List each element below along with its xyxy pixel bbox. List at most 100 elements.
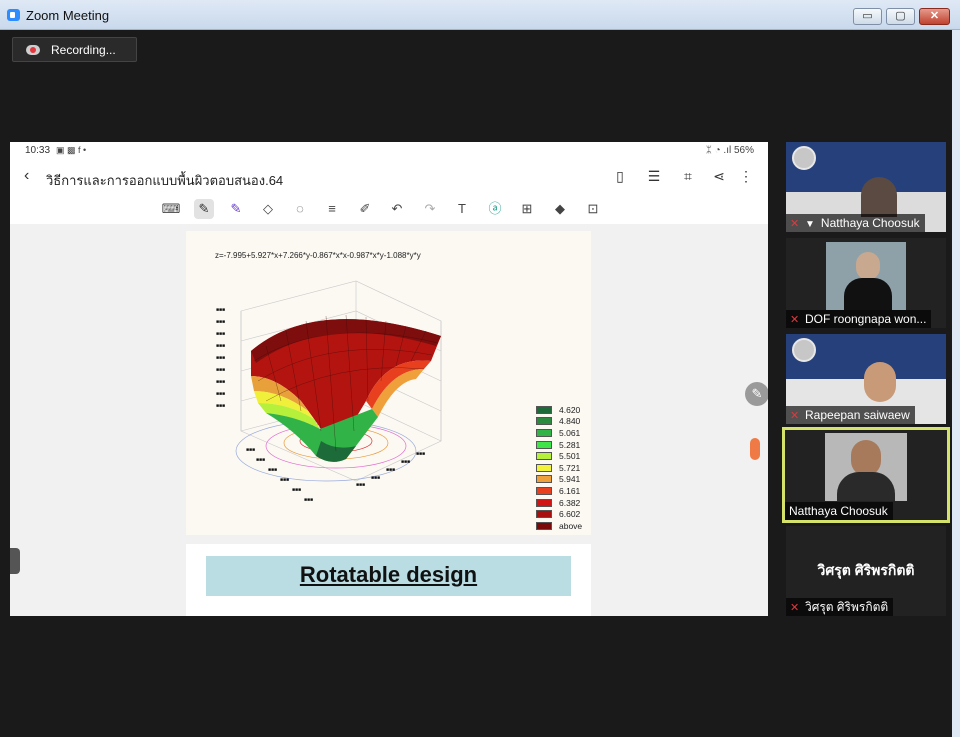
mic-muted-icon: ✕ bbox=[790, 217, 800, 230]
participant-name-bar: ✕ ▼ Natthaya Choosuk bbox=[786, 214, 925, 232]
svg-text:■■■: ■■■ bbox=[280, 477, 289, 483]
svg-text:■■■: ■■■ bbox=[292, 487, 301, 493]
participant-name: วิศรุต ศิริพรกิตติ bbox=[805, 600, 889, 614]
plot-legend: 4.620 4.840 5.061 5.281 5.501 5.721 5.94… bbox=[536, 404, 582, 532]
svg-text:■■■: ■■■ bbox=[256, 457, 265, 463]
more-options-icon[interactable]: ⋮ bbox=[738, 168, 754, 184]
participant-tile[interactable]: ✕ DOF roongnapa won... bbox=[786, 238, 946, 328]
svg-text:■■■: ■■■ bbox=[416, 451, 425, 457]
page-heading: Rotatable design bbox=[299, 562, 478, 587]
participant-face bbox=[856, 252, 880, 280]
side-panel-handle[interactable] bbox=[750, 438, 760, 460]
legend-row: 5.061 bbox=[536, 427, 582, 439]
note-canvas[interactable]: z=-7.995+5.927*x+7.266*y-0.867*x*x-0.987… bbox=[10, 224, 768, 616]
svg-text:■■■: ■■■ bbox=[216, 355, 225, 361]
document-header: ‹ วิธีการและการออกแบบพื้นผิวตอบสนอง.64 ▯… bbox=[10, 162, 768, 192]
svg-text:■■■: ■■■ bbox=[216, 367, 225, 373]
page-list-icon[interactable]: ☰ bbox=[646, 168, 662, 184]
participant-display-name: วิศรุต ศิริพรกิตติ bbox=[817, 562, 915, 578]
logo-seal bbox=[792, 146, 816, 170]
recording-indicator[interactable]: Recording... bbox=[12, 37, 137, 62]
page-rotatable-design: Rotatable design bbox=[186, 544, 591, 616]
page-surface-plot: z=-7.995+5.927*x+7.266*y-0.867*x*x-0.987… bbox=[186, 231, 591, 535]
surface-plot-graphic: ■■■■■■■■■ ■■■■■■■■■ ■■■■■■■■■ ■■■■■■■■■ … bbox=[216, 280, 442, 503]
status-left-icons: ▣ ▩ f • bbox=[56, 145, 87, 155]
legend-row: 5.941 bbox=[536, 474, 582, 486]
shared-screen: 10:33 ▣ ▩ f • ᛯ ◔ .ıl 56% ‹ วิธีการและกา… bbox=[10, 142, 768, 616]
drawing-toolbar: ⌨ ✎ ✎ ◇ ◌ ≡ ✐ ↶ ↷ T ⓐ ⊞ ◆ ⊡ bbox=[158, 197, 608, 221]
svg-text:■■■: ■■■ bbox=[371, 475, 380, 481]
keyboard-icon[interactable]: ⌨ bbox=[161, 199, 181, 219]
svg-text:■■■: ■■■ bbox=[268, 467, 277, 473]
legend-row: above bbox=[536, 520, 582, 532]
text-box-icon[interactable]: T bbox=[452, 199, 472, 219]
pen-icon[interactable]: ✎ bbox=[194, 199, 214, 219]
participant-name-bar: Natthaya Choosuk bbox=[785, 502, 893, 520]
participant-body bbox=[837, 472, 895, 501]
back-icon[interactable]: ‹ bbox=[24, 167, 29, 185]
mic-muted-icon: ✕ bbox=[790, 409, 800, 422]
participant-name: DOF roongnapa won... bbox=[805, 312, 927, 326]
svg-text:■■■: ■■■ bbox=[216, 331, 225, 337]
participant-video bbox=[864, 362, 896, 402]
highlighter-icon[interactable]: ✎ bbox=[226, 199, 246, 219]
legend-row: 5.721 bbox=[536, 462, 582, 474]
left-panel-handle[interactable] bbox=[10, 548, 20, 574]
participant-tile-active-speaker[interactable]: Natthaya Choosuk bbox=[782, 427, 950, 523]
svg-text:■■■: ■■■ bbox=[216, 307, 225, 313]
legend-row: 5.281 bbox=[536, 439, 582, 451]
participant-name: Natthaya Choosuk bbox=[789, 504, 888, 518]
lock-icon[interactable]: ⊡ bbox=[583, 199, 603, 219]
image-icon[interactable]: ⊞ bbox=[517, 199, 537, 219]
share-icon[interactable]: ⋖ bbox=[711, 168, 727, 184]
status-right: ᛯ ◔ .ıl 56% bbox=[705, 145, 754, 156]
pin-icon: ▼ bbox=[805, 219, 815, 230]
legend-row: 6.382 bbox=[536, 497, 582, 509]
svg-text:■■■: ■■■ bbox=[216, 343, 225, 349]
redo-icon[interactable]: ↷ bbox=[420, 199, 440, 219]
participant-name-bar: ✕ วิศรุต ศิริพรกิตติ bbox=[786, 598, 894, 616]
legend-row: 6.161 bbox=[536, 485, 582, 497]
svg-text:■■■: ■■■ bbox=[356, 482, 365, 488]
book-view-icon[interactable]: ▯ bbox=[612, 168, 628, 184]
participant-name: Rapeepan saiwaew bbox=[805, 408, 910, 422]
eraser-icon[interactable]: ◇ bbox=[258, 199, 278, 219]
recording-label: Recording... bbox=[51, 43, 116, 57]
pen-settings-icon[interactable]: ✐ bbox=[355, 199, 375, 219]
attach-icon[interactable]: ⌗ bbox=[680, 168, 696, 184]
document-title: วิธีการและการออกแบบพื้นผิวตอบสนอง.64 bbox=[46, 173, 284, 188]
participant-video bbox=[861, 177, 897, 217]
svg-text:■■■: ■■■ bbox=[304, 497, 313, 503]
participant-face bbox=[851, 440, 881, 476]
participant-tile[interactable]: ✕ Rapeepan saiwaew bbox=[786, 334, 946, 424]
svg-text:■■■: ■■■ bbox=[401, 459, 410, 465]
legend-row: 4.620 bbox=[536, 404, 582, 416]
status-time: 10:33 bbox=[25, 145, 51, 156]
undo-icon[interactable]: ↶ bbox=[387, 199, 407, 219]
mic-muted-icon: ✕ bbox=[790, 601, 800, 614]
lasso-icon[interactable]: ◌ bbox=[290, 199, 310, 219]
svg-text:■■■: ■■■ bbox=[216, 319, 225, 325]
participant-name: Natthaya Choosuk bbox=[820, 216, 920, 230]
more-tools-icon[interactable]: ◆ bbox=[550, 199, 570, 219]
participant-name-bar: ✕ Rapeepan saiwaew bbox=[786, 406, 915, 424]
recording-cloud-icon bbox=[26, 45, 40, 55]
legend-row: 4.840 bbox=[536, 416, 582, 428]
window-title: Zoom Meeting bbox=[26, 8, 110, 23]
window-frame-right bbox=[952, 30, 960, 737]
window-titlebar: Zoom Meeting ▭ ▢ ✕ bbox=[0, 0, 960, 30]
shape-icon[interactable]: ⓐ bbox=[485, 199, 505, 219]
minimize-button[interactable]: ▭ bbox=[853, 8, 882, 25]
close-button[interactable]: ✕ bbox=[919, 8, 950, 25]
legend-row: 6.602 bbox=[536, 508, 582, 520]
participant-tile[interactable]: วิศรุต ศิริพรกิตติ ✕ วิศรุต ศิริพรกิตติ bbox=[786, 526, 946, 616]
svg-text:■■■: ■■■ bbox=[246, 447, 255, 453]
participant-tile[interactable]: ✕ ▼ Natthaya Choosuk bbox=[786, 142, 946, 232]
maximize-button[interactable]: ▢ bbox=[886, 8, 915, 25]
edit-pencil-icon[interactable]: ✎ bbox=[745, 382, 768, 406]
mic-muted-icon: ✕ bbox=[790, 313, 800, 326]
svg-text:■■■: ■■■ bbox=[216, 379, 225, 385]
logo-seal bbox=[792, 338, 816, 362]
device-status-bar: 10:33 ▣ ▩ f • ᛯ ◔ .ıl 56% bbox=[10, 142, 768, 160]
text-format-icon[interactable]: ≡ bbox=[322, 199, 342, 219]
